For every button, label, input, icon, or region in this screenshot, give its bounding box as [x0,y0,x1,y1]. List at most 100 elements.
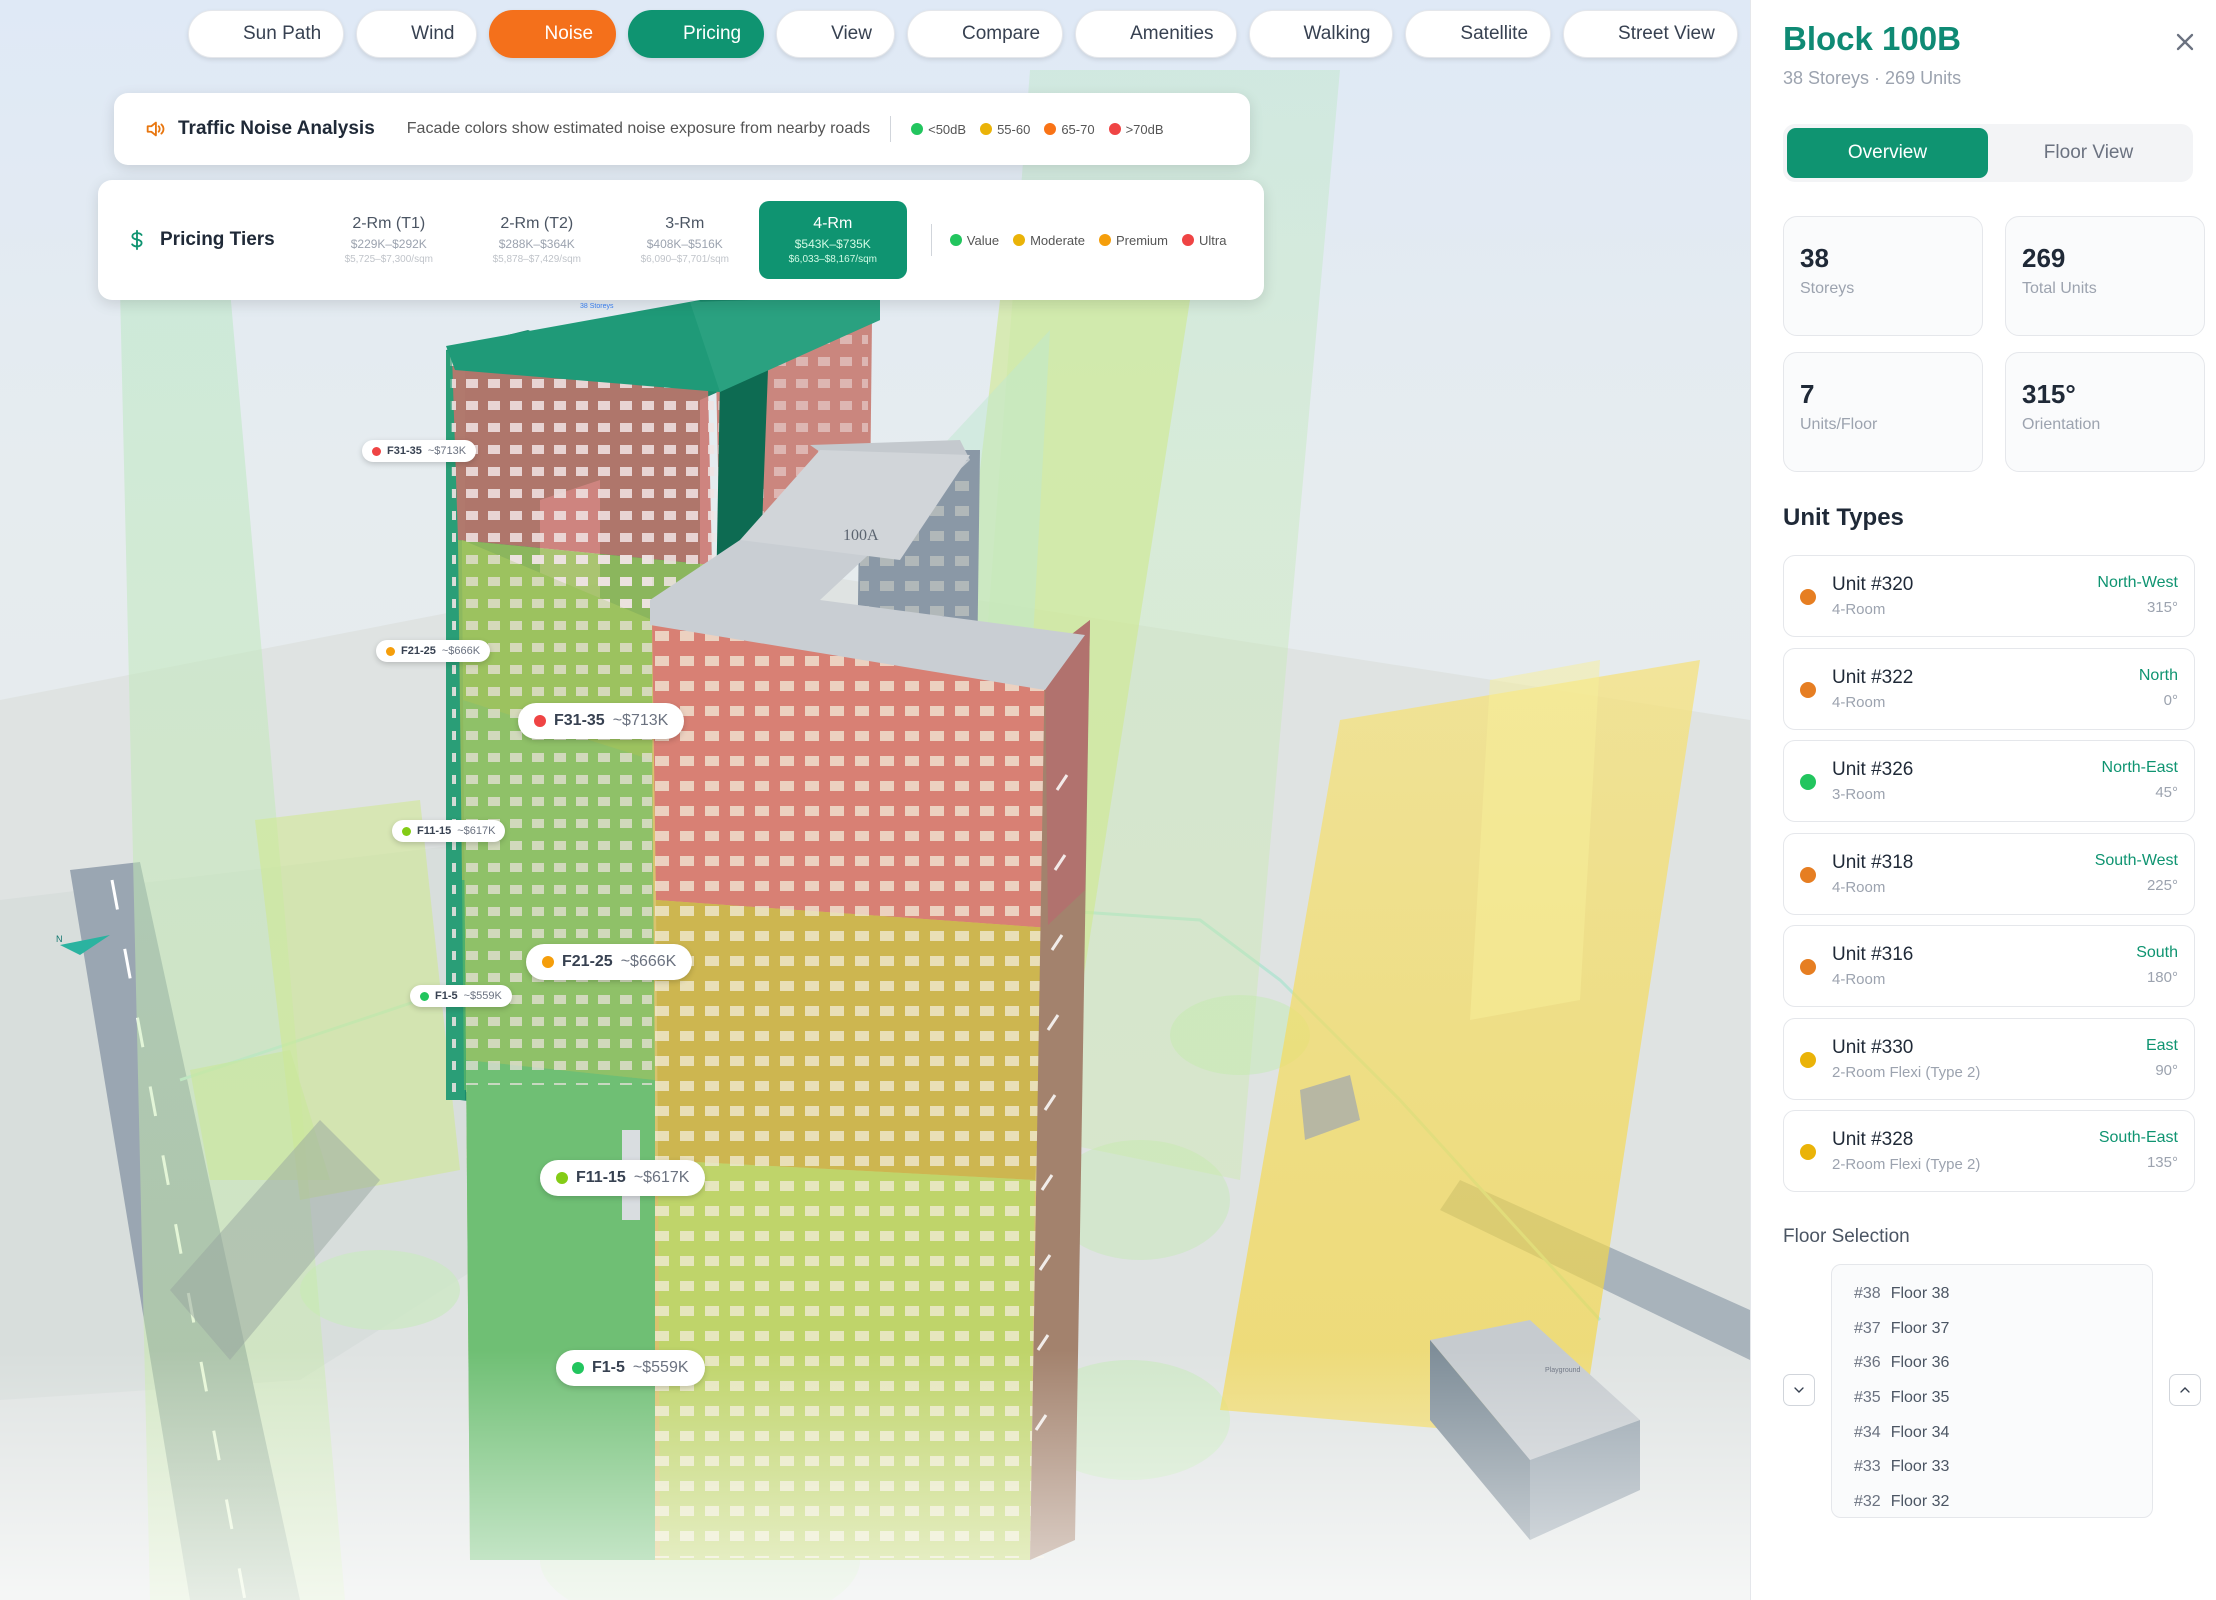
floor-label: Floor 38 [1890,1285,1950,1303]
legend-swatch [980,123,993,135]
unit-degrees: 135° [2146,1154,2178,1171]
block-subtitle: 38 Storeys · 269 Units [1783,68,1962,88]
floor-range: F1-5 [435,990,458,1002]
floor-option[interactable]: #33 Floor 33 [1854,1450,2152,1485]
legend-label: Premium [1115,232,1168,248]
noise-card-title: Traffic Noise Analysis [178,118,375,139]
tier-price-per-sqm: $5,878–$7,429/sqm [492,254,581,265]
stat-card: 7 Units/Floor [1783,352,1983,472]
noise-label: Noise [544,23,594,44]
street-view-button[interactable]: Street View [1563,10,1738,58]
stat-card: 315° Orientation [2005,352,2205,472]
floor-price-label[interactable]: F11-15 ~$617K [392,820,506,842]
unit-type-card[interactable]: Unit #328 2-Room Flexi (Type 2) South-East… [1783,1110,2195,1192]
legend-item: Value [949,233,999,248]
unit-direction: South [2136,944,2178,961]
pricing-tier[interactable]: 2-Rm (T2) $288K–$364K $5,878–$7,429/sqm [463,201,611,279]
unit-types-heading: Unit Types [1783,504,1904,531]
close-icon[interactable] [2171,28,2199,56]
chevron-down-icon [1794,1387,1804,1393]
unit-type-card[interactable]: Unit #326 3-Room North-East 45° [1783,740,2195,822]
floor-option[interactable]: #36 Floor 36 [1854,1346,2152,1381]
tier-name: 2-Rm (T1) [352,215,426,232]
floor-range: F31-35 [387,445,422,457]
unit-price-dot [1800,774,1816,790]
unit-type-card[interactable]: Unit #320 4-Room North-West 315° [1783,555,2195,637]
stat-value: 7 [1800,379,1815,409]
tab-floor-view[interactable]: Floor View [1988,128,2189,178]
tier-name: 2-Rm (T2) [500,215,574,232]
legend-item: 55-60 [980,122,1030,137]
floor-price-label[interactable]: F11-15 ~$617K [540,1160,706,1196]
chevron-up-icon [2180,1387,2190,1393]
satellite-icon [1428,24,1448,44]
unit-type-card[interactable]: Unit #318 4-Room South-West 225° [1783,832,2195,915]
unit-direction: North [2138,666,2178,684]
satellite-button[interactable]: Satellite [1405,10,1552,58]
3d-map-viewport[interactable]: Playground [0,0,1750,1600]
floor-range: F21-25 [562,953,613,970]
view-button[interactable]: View [776,10,895,58]
compare-label: Compare [961,23,1041,44]
walking-button[interactable]: Walking [1248,10,1394,58]
unit-type-card[interactable]: Unit #322 4-Room North 0° [1783,647,2195,730]
footprints-icon [1272,24,1292,44]
floor-option[interactable]: #37 Floor 37 [1854,1312,2152,1347]
tier-name: 3-Rm [665,215,705,232]
pricing-legend: Value Moderate Premium Ultra [949,232,1226,248]
price-tier-dot [386,646,395,656]
legend-label: >70dB [1125,121,1164,137]
legend-item: <50dB [911,122,966,137]
floor-range: F11-15 [417,825,452,837]
pricing-tier[interactable]: 3-Rm $408K–$516K $6,090–$7,701/sqm [611,201,759,279]
unit-type-card[interactable]: Unit #316 4-Room South 180° [1783,925,2195,1007]
floor-price-label[interactable]: F21-25 ~$666K [526,944,693,980]
scroll-up-button[interactable] [2169,1374,2201,1406]
floor-number: #35 [1854,1389,1881,1407]
scroll-down-button[interactable] [1783,1374,1815,1406]
unit-direction: South-East [2098,1129,2178,1146]
floor-list[interactable]: #38 Floor 38 #37 Floor 37 #36 Floor 36 #35 Floo… [1831,1264,2153,1518]
sun-path-button[interactable]: Sun Path [188,10,345,58]
price-tier-dot [420,991,429,1001]
floor-range: F1-5 [592,1359,625,1376]
wind-button[interactable]: Wind [356,10,478,58]
floor-label: Floor 36 [1890,1354,1950,1372]
floor-option[interactable]: #32 Floor 32 [1854,1485,2152,1520]
noise-card-description: Facade colors show estimated noise expos… [406,120,871,137]
pricing-tier[interactable]: 2-Rm (T1) $229K–$292K $5,725–$7,300/sqm [315,201,463,279]
floor-label: Floor 34 [1890,1423,1950,1441]
unit-degrees: 90° [2155,1061,2178,1079]
legend-swatch [1044,123,1057,135]
floor-number: #38 [1854,1285,1881,1303]
floor-price-label[interactable]: F21-25 ~$666K [376,640,491,662]
amenities-button[interactable]: Amenities [1075,10,1237,58]
floor-price-label[interactable]: F1-5 ~$559K [410,985,512,1007]
floor-price-label[interactable]: F31-35 ~$713K [362,440,477,462]
pricing-tier-list: 2-Rm (T1) $229K–$292K $5,725–$7,300/sqm 2-R… [315,201,907,279]
tier-price-per-sqm: $6,090–$7,701/sqm [640,254,729,265]
legend-swatch [1013,234,1026,246]
block-title: Block 100B [1783,20,1961,57]
stat-value: 315° [2022,379,2076,409]
speaker-icon [512,24,532,44]
unit-degrees: 180° [2146,969,2178,986]
pricing-tier[interactable]: 4-Rm $543K–$735K $6,033–$8,167/sqm [758,201,907,279]
stat-label: Orientation [2022,416,2101,433]
tab-overview[interactable]: Overview [1787,128,1988,178]
block-sign: 100A [843,527,879,544]
floor-option[interactable]: #35 Floor 35 [1854,1381,2152,1416]
price-tier-dot [372,446,381,456]
floor-price-label[interactable]: F31-35 ~$713K [518,703,685,739]
unit-direction: East [2145,1036,2178,1054]
unit-type-card[interactable]: Unit #330 2-Room Flexi (Type 2) East 90° [1783,1017,2195,1100]
pricing-button[interactable]: Pricing [628,10,765,58]
tier-price-range: $229K–$292K [350,237,427,251]
floor-option[interactable]: #38 Floor 38 [1854,1277,2152,1312]
noise-button[interactable]: Noise [489,10,617,58]
tier-name: 4-Rm [813,215,853,232]
floor-price: ~$617K [633,1169,690,1186]
floor-price-label[interactable]: F1-5 ~$559K [556,1350,705,1386]
floor-option[interactable]: #34 Floor 34 [1854,1415,2152,1450]
compare-button[interactable]: Compare [906,10,1064,58]
